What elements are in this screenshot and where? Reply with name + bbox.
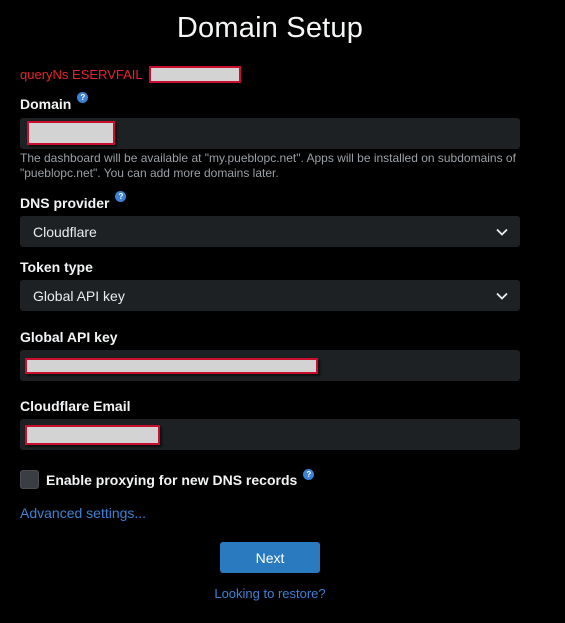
- error-message-row: queryNs ESERVFAIL: [20, 66, 241, 83]
- proxying-label[interactable]: Enable proxying for new DNS records: [46, 472, 297, 488]
- proxying-checkbox[interactable]: [20, 470, 39, 489]
- page-title: Domain Setup: [176, 12, 364, 44]
- proxying-row: Enable proxying for new DNS records ?: [20, 469, 315, 489]
- redacted-block: [148, 66, 241, 83]
- dns-provider-value: Cloudflare: [33, 223, 97, 240]
- chevron-down-icon: [496, 292, 508, 300]
- next-button[interactable]: Next: [220, 542, 320, 573]
- token-type-label-row: Token type: [20, 259, 93, 275]
- redacted-block: [27, 121, 115, 145]
- api-key-input[interactable]: [20, 350, 520, 381]
- dns-provider-label-row: DNS provider ?: [20, 191, 127, 211]
- redacted-block: [25, 358, 318, 374]
- api-key-label-row: Global API key: [20, 329, 118, 345]
- question-circle-icon[interactable]: ?: [303, 469, 315, 480]
- domain-label-row: Domain ?: [20, 92, 89, 112]
- domain-input[interactable]: [20, 118, 520, 149]
- api-key-label: Global API key: [20, 329, 118, 345]
- token-type-value: Global API key: [33, 287, 125, 304]
- question-circle-icon[interactable]: ?: [115, 191, 127, 202]
- email-input[interactable]: [20, 419, 520, 450]
- email-label: Cloudflare Email: [20, 398, 131, 414]
- error-message: queryNs ESERVFAIL: [20, 67, 143, 82]
- question-circle-icon[interactable]: ?: [77, 92, 89, 103]
- restore-link[interactable]: Looking to restore?: [0, 586, 540, 601]
- domain-hint: The dashboard will be available at "my.p…: [20, 151, 516, 180]
- email-label-row: Cloudflare Email: [20, 398, 130, 414]
- domain-label: Domain: [20, 96, 72, 112]
- chevron-down-icon: [496, 228, 508, 236]
- token-type-select[interactable]: Global API key: [20, 280, 520, 311]
- domain-setup-page: Domain Setup queryNs ESERVFAIL Domain ? …: [0, 0, 565, 623]
- token-type-label: Token type: [20, 259, 93, 275]
- dns-provider-select[interactable]: Cloudflare: [20, 216, 520, 247]
- redacted-block: [25, 425, 160, 445]
- dns-provider-label: DNS provider: [20, 195, 110, 211]
- advanced-settings-link[interactable]: Advanced settings...: [20, 505, 146, 521]
